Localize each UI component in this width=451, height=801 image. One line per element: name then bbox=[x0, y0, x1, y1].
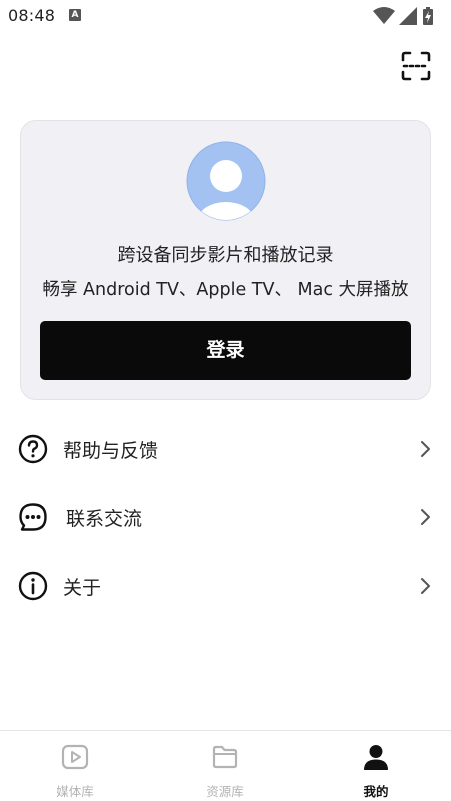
tab-label-media-library: 媒体库 bbox=[56, 784, 94, 799]
chevron-right-icon bbox=[421, 578, 430, 594]
notification-badge-icon: A bbox=[69, 9, 81, 21]
status-time: 08:48 bbox=[8, 6, 56, 25]
tab-mine[interactable]: 我的 bbox=[301, 731, 451, 801]
menu-label-contact: 联系交流 bbox=[66, 508, 143, 530]
bottom-nav: 媒体库 资源库 我的 bbox=[0, 730, 451, 801]
avatar[interactable] bbox=[186, 141, 266, 221]
login-button[interactable]: 登录 bbox=[40, 321, 411, 380]
menu-item-about[interactable]: 关于 bbox=[0, 556, 451, 616]
tab-label-resource-library: 资源库 bbox=[206, 784, 244, 799]
menu-label-help-feedback: 帮助与反馈 bbox=[63, 440, 159, 462]
menu-item-contact[interactable]: 联系交流 bbox=[0, 487, 451, 547]
chevron-right-icon bbox=[421, 441, 430, 457]
devices-description: 畅享 Android TV、Apple TV、 Mac 大屏播放 bbox=[42, 280, 409, 300]
scan-button[interactable] bbox=[401, 51, 431, 81]
tab-resource-library[interactable]: 资源库 bbox=[150, 731, 300, 801]
menu-label-about: 关于 bbox=[63, 577, 102, 599]
menu-item-help-feedback[interactable]: 帮助与反馈 bbox=[0, 419, 451, 479]
info-icon bbox=[18, 571, 48, 601]
signal-icon bbox=[399, 7, 417, 25]
wifi-icon bbox=[373, 7, 395, 24]
profile-screen: 08:48 A 跨设备同步影片和播放记录 畅享 Android TV、Apple… bbox=[0, 0, 451, 801]
chat-icon bbox=[19, 503, 47, 531]
scan-icon bbox=[401, 51, 431, 81]
login-card: 跨设备同步影片和播放记录 畅享 Android TV、Apple TV、 Mac… bbox=[20, 120, 431, 400]
sync-description: 跨设备同步影片和播放记录 bbox=[117, 245, 334, 266]
play-icon bbox=[61, 744, 89, 770]
tab-media-library[interactable]: 媒体库 bbox=[0, 731, 150, 801]
person-icon bbox=[364, 745, 388, 770]
chevron-right-icon bbox=[421, 509, 430, 525]
battery-icon bbox=[423, 7, 433, 25]
folder-icon bbox=[212, 745, 238, 769]
status-icons bbox=[373, 7, 443, 25]
tab-label-mine: 我的 bbox=[363, 784, 389, 799]
user-avatar-icon bbox=[186, 141, 266, 221]
help-icon bbox=[18, 434, 48, 464]
status-bar: 08:48 A bbox=[0, 0, 451, 32]
